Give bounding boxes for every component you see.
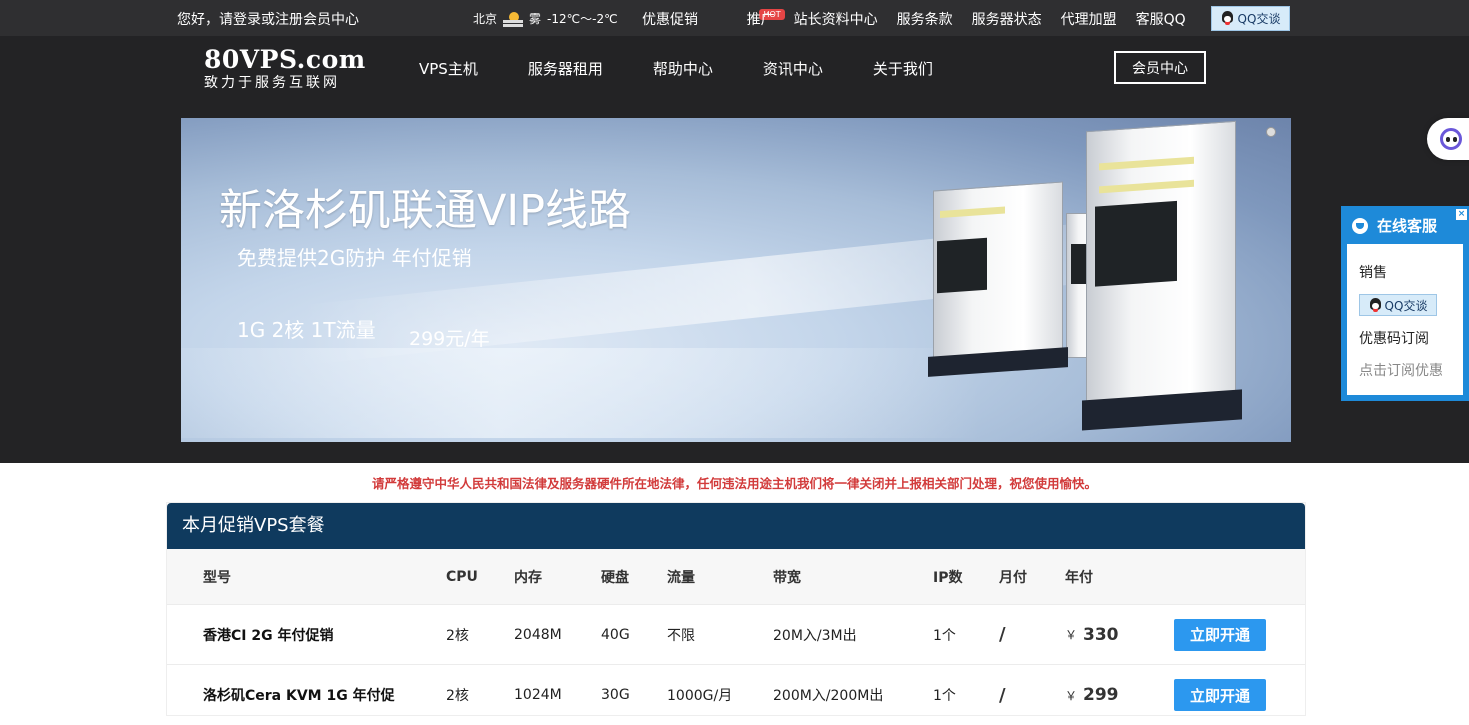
column-header-model: 型号 — [203, 569, 231, 586]
legal-notice: 请严格遵守中华人民共和国法律及服务器硬件所在地法律，任何违法用途主机我们将一律关… — [371, 476, 1097, 491]
top-link-promotions[interactable]: 优惠促销 HOT — [642, 9, 785, 29]
weather-city: 北京 — [473, 12, 498, 26]
price-value: 299 — [1083, 685, 1119, 705]
banner-title: 新洛杉矶联通VIP线路 — [219, 186, 632, 236]
plan-memory: 1024M — [514, 687, 562, 703]
coupon-subscribe-title: 优惠码订阅 — [1359, 331, 1429, 347]
plan-model: 香港CI 2G 年付促销 — [203, 627, 334, 644]
currency-symbol: ￥ — [1065, 628, 1078, 642]
plan-action: 立即开通 — [1174, 665, 1266, 725]
table-row: 洛杉矶Cera KVM 1G 年付促 2核 1024M 30G 1000G/月 … — [167, 665, 1305, 725]
weather-fog-sun-icon — [503, 11, 524, 26]
qq-chat-label: QQ交谈 — [1237, 12, 1281, 26]
plan-cpu: 2核 — [446, 688, 469, 704]
top-link-terms[interactable]: 服务条款 — [897, 9, 953, 29]
column-header-bandwidth: 带宽 — [773, 569, 801, 586]
plan-action: 立即开通 — [1174, 605, 1266, 664]
table-header-row: 型号 CPU 内存 硬盘 流量 带宽 IP数 月付 年付 — [167, 549, 1305, 605]
plan-monthly: / — [999, 684, 1006, 706]
logo-title: 80VPS.com — [204, 45, 366, 74]
banner-spec: 1G 2核 1T流量 — [237, 318, 376, 342]
banner-price: 299元/年 — [409, 328, 490, 350]
top-link-label[interactable]: 优惠促销 — [642, 12, 698, 28]
nav-item-help-center[interactable]: 帮助中心 — [653, 58, 713, 79]
nav-item-server-rental[interactable]: 服务器租用 — [528, 58, 603, 79]
weather-temperature: -12℃～-2℃ — [547, 12, 618, 26]
login-greeting-link[interactable]: 您好，请登录或注册会员中心 — [177, 9, 359, 29]
plan-bandwidth: 20M入/3M出 — [773, 627, 857, 644]
nav-item-news[interactable]: 资讯中心 — [763, 58, 823, 79]
server-illustration — [928, 181, 1068, 377]
plan-model: 洛杉矶Cera KVM 1G 年付促 — [203, 688, 395, 704]
plan-bandwidth: 200M入/200M出 — [773, 688, 884, 704]
logo-subtitle: 致力于服务互联网 — [204, 75, 340, 91]
plan-ips: 1个 — [933, 627, 956, 644]
activate-now-button[interactable]: 立即开通 — [1174, 679, 1266, 711]
chat-bot-icon — [1440, 128, 1462, 150]
column-header-cpu: CPU — [446, 568, 478, 585]
column-header-ips: IP数 — [933, 569, 963, 586]
plan-ips: 1个 — [933, 688, 956, 704]
main-nav: VPS主机 服务器租用 帮助中心 资讯中心 关于我们 — [419, 58, 983, 79]
promo-table-heading: 本月促销VPS套餐 — [167, 503, 1305, 549]
plan-traffic: 不限 — [667, 627, 695, 644]
chat-bot-button[interactable] — [1427, 118, 1469, 160]
plan-cpu: 2核 — [446, 627, 469, 644]
banner-pause-icon[interactable] — [1266, 127, 1276, 137]
service-title: 在线客服 — [1377, 217, 1438, 235]
member-center-button[interactable]: 会员中心 — [1114, 51, 1206, 84]
weather-condition: 雾 — [529, 12, 542, 26]
service-body: 销售 QQ交谈 优惠码订阅 点击订阅优惠 — [1347, 244, 1463, 395]
headset-icon — [1351, 217, 1371, 235]
column-header-monthly: 月付 — [999, 569, 1027, 586]
column-header-yearly: 年付 — [1065, 569, 1093, 586]
online-service-widget: 在线客服 × 销售 QQ交谈 优惠码订阅 点击订阅优惠 — [1341, 206, 1469, 401]
coupon-subscribe-link[interactable]: 点击订阅优惠 — [1359, 360, 1443, 380]
top-link-affiliate[interactable]: 推广 — [747, 9, 775, 29]
top-link-support-qq[interactable]: 客服QQ — [1136, 9, 1186, 29]
column-header-disk: 硬盘 — [601, 569, 629, 586]
column-header-memory: 内存 — [514, 569, 542, 586]
top-link-webmaster[interactable]: 站长资料中心 — [794, 9, 878, 29]
nav-item-about[interactable]: 关于我们 — [873, 58, 933, 79]
sales-label: 销售 — [1359, 265, 1387, 281]
activate-now-button[interactable]: 立即开通 — [1174, 618, 1266, 651]
top-link-agent[interactable]: 代理加盟 — [1061, 9, 1117, 29]
plan-monthly: / — [999, 624, 1006, 645]
service-header: 在线客服 — [1351, 215, 1437, 236]
close-icon[interactable]: × — [1456, 209, 1467, 220]
banner-light-streak — [181, 348, 981, 438]
plan-memory: 2048M — [514, 626, 562, 643]
promo-vps-table: 本月促销VPS套餐 型号 CPU 内存 硬盘 流量 带宽 IP数 月付 年付 香… — [166, 502, 1306, 716]
promo-banner[interactable]: 新洛杉矶联通VIP线路 免费提供2G防护 年付促销 1G 2核 1T流量 299… — [181, 118, 1291, 442]
banner-subtitle: 免费提供2G防护 年付促销 — [237, 246, 472, 270]
column-header-traffic: 流量 — [667, 569, 695, 586]
plan-yearly-price: ￥ 299 — [1065, 665, 1119, 725]
top-nav: 优惠促销 HOT 推广 站长资料中心 服务条款 服务器状态 代理加盟 客服QQ — [642, 9, 1186, 29]
top-link-server-status[interactable]: 服务器状态 — [972, 9, 1042, 29]
weather-widget: 北京 雾 -12℃～-2℃ — [473, 10, 618, 27]
sales-qq-label: QQ交谈 — [1384, 298, 1428, 313]
qq-penguin-icon — [1221, 11, 1234, 26]
plan-disk: 40G — [601, 626, 630, 643]
qq-chat-button[interactable]: QQ交谈 — [1211, 6, 1290, 31]
qq-penguin-icon — [1369, 297, 1382, 313]
price-value: 330 — [1083, 624, 1119, 645]
nav-item-vps[interactable]: VPS主机 — [419, 58, 478, 79]
sales-qq-button[interactable]: QQ交谈 — [1359, 294, 1437, 316]
server-illustration — [1082, 120, 1242, 431]
plan-yearly-price: ￥ 330 — [1065, 605, 1119, 664]
plan-disk: 30G — [601, 687, 630, 703]
top-bar: 您好，请登录或注册会员中心 北京 雾 -12℃～-2℃ 优惠促销 HOT 推广 … — [0, 0, 1469, 36]
site-logo[interactable]: 80VPS.com 致力于服务互联网 — [204, 45, 366, 92]
currency-symbol: ￥ — [1065, 688, 1078, 703]
table-row: 香港CI 2G 年付促销 2核 2048M 40G 不限 20M入/3M出 1个… — [167, 605, 1305, 665]
plan-traffic: 1000G/月 — [667, 688, 733, 704]
